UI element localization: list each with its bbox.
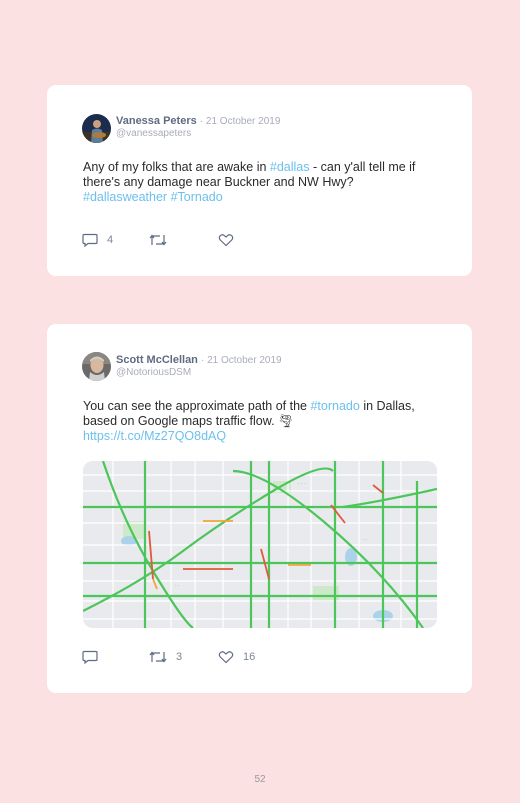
tweet-date: · 21 October 2019 [199, 116, 281, 127]
hashtag-link[interactable]: #dallas [270, 160, 310, 174]
hashtag-link[interactable]: #dallasweather [83, 190, 167, 204]
like-button[interactable]: 16 [218, 649, 255, 665]
like-icon [218, 651, 234, 664]
like-count: 16 [243, 651, 256, 663]
retweet-icon [149, 651, 167, 663]
tweet-text: You can see the approximate path of the … [83, 399, 415, 443]
svg-text:· ·: · · [363, 537, 368, 543]
hashtag-link[interactable]: #tornado [310, 399, 359, 413]
retweet-button[interactable] [149, 232, 176, 248]
reply-button[interactable]: 4 [82, 232, 113, 248]
retweet-button[interactable]: 3 [149, 649, 182, 665]
tweet-card-vanessa: Vanessa Peters · 21 October 2019 @vaness… [47, 85, 472, 276]
svg-text:· ·: · · [175, 583, 180, 589]
tweet-actions: 3 16 [82, 649, 442, 665]
author-handle[interactable]: @NotoriousDSM [116, 367, 191, 378]
page-number: 52 [254, 774, 266, 785]
avatar[interactable] [82, 114, 111, 143]
author-name[interactable]: Vanessa Peters · 21 October 2019 [116, 115, 280, 127]
tweet-url-link[interactable]: https://t.co/Mz27QO8dAQ [83, 429, 226, 443]
svg-text:· · ·: · · · [298, 481, 306, 487]
retweet-count: 3 [176, 651, 183, 663]
like-icon [218, 234, 234, 247]
avatar[interactable] [82, 352, 111, 381]
map-image[interactable]: · · · · · · · [83, 461, 437, 628]
reply-icon [82, 650, 98, 664]
reply-button[interactable] [82, 649, 107, 665]
tweet-text: Any of my folks that are awake in #dalla… [83, 160, 416, 204]
author-name[interactable]: Scott McClellan · 21 October 2019 [116, 354, 282, 366]
hashtag-link[interactable]: #Tornado [171, 190, 223, 204]
tweet-card-scott: Scott McClellan · 21 October 2019 @Notor… [47, 324, 472, 693]
author-handle[interactable]: @vanessapeters [116, 128, 191, 139]
reply-count: 4 [107, 234, 114, 246]
reply-icon [82, 233, 98, 247]
like-button[interactable] [218, 232, 243, 248]
retweet-icon [149, 234, 167, 246]
tweet-date: · 21 October 2019 [200, 355, 282, 366]
tweet-actions: 4 [82, 232, 442, 248]
